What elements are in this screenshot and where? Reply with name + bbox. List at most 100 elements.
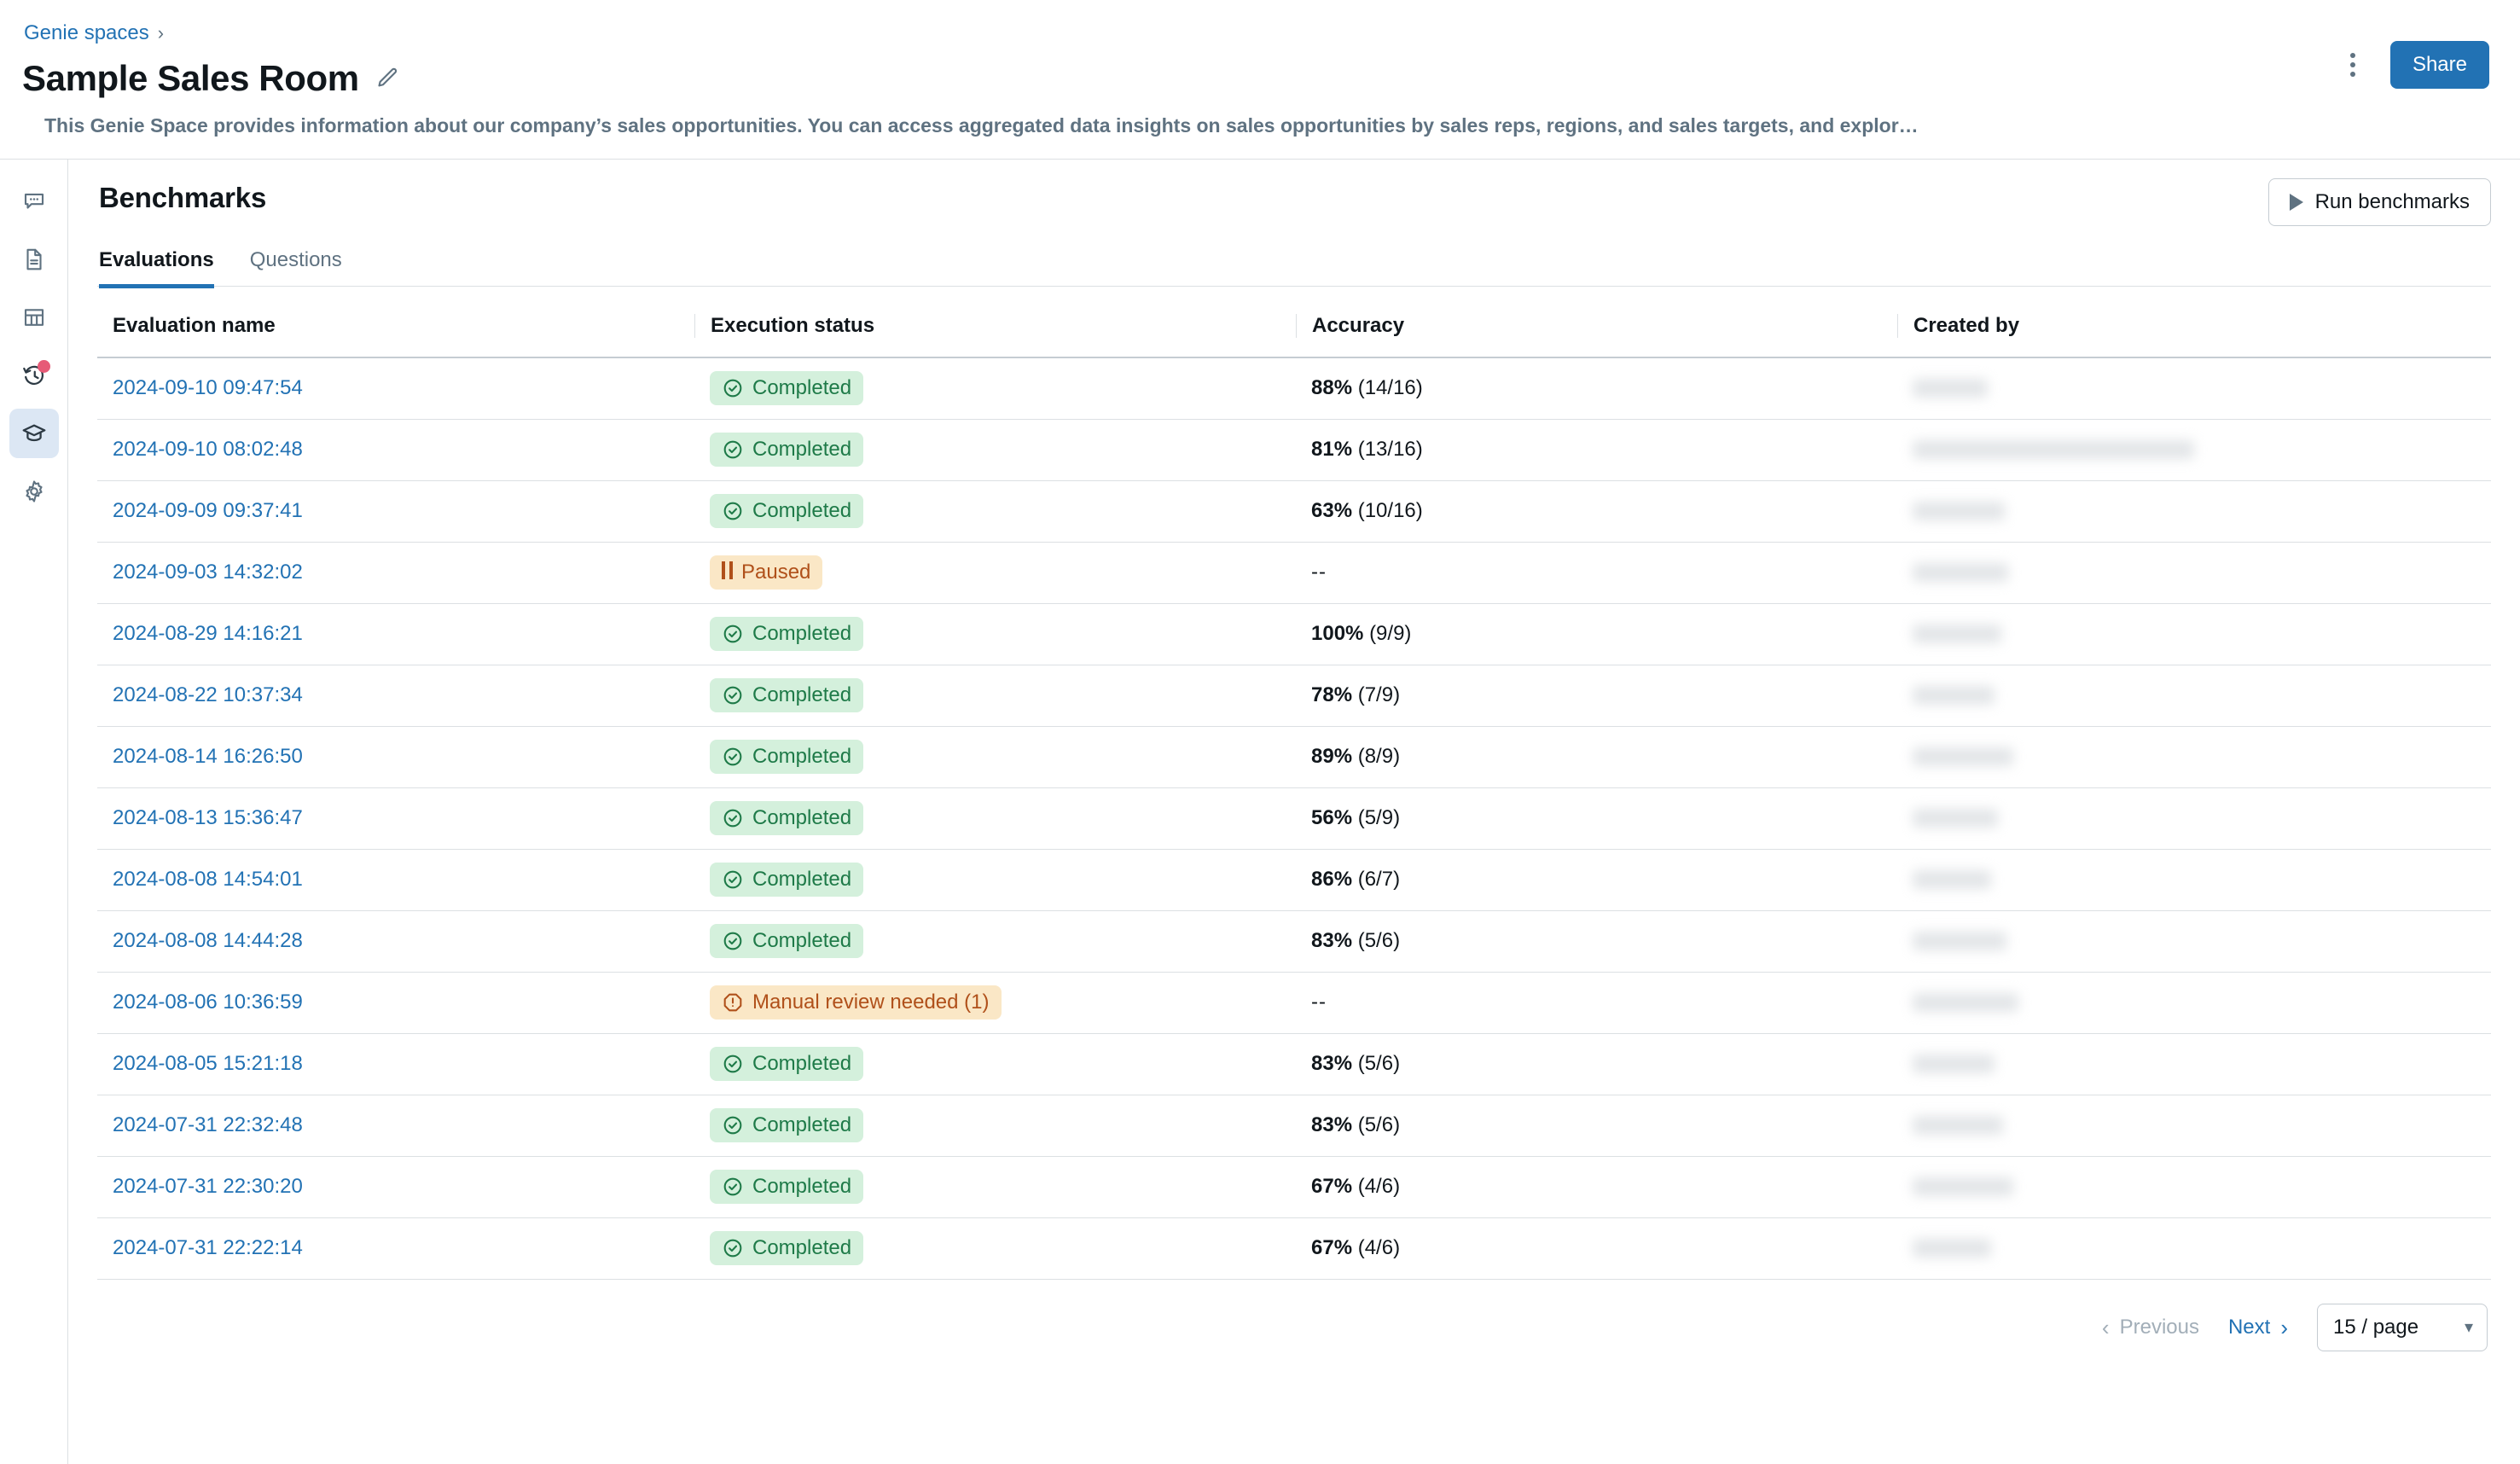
cell-execution-status: Completed <box>694 665 1296 727</box>
cell-created-by <box>1897 603 2491 665</box>
pagination: ‹ Previous Next › 15 / page ▾ <box>97 1280 2491 1351</box>
accuracy-fraction: (14/16) <box>1357 376 1423 400</box>
play-icon <box>2289 194 2303 211</box>
breadcrumb-link-genie-spaces[interactable]: Genie spaces <box>24 23 149 44</box>
column-header-created-by[interactable]: Created by <box>1897 305 2491 358</box>
created-by-value <box>1913 747 2013 766</box>
cell-evaluation-name: 2024-08-29 14:16:21 <box>97 603 694 665</box>
cell-accuracy: 88% (14/16) <box>1296 357 1897 420</box>
status-badge-label: Completed <box>752 622 852 645</box>
tab-questions[interactable]: Questions <box>250 248 342 288</box>
kebab-menu-icon[interactable] <box>2337 46 2368 84</box>
table-row: 2024-07-31 22:22:14 Completed 67% (4/6) <box>97 1217 2491 1280</box>
cell-accuracy: 78% (7/9) <box>1296 665 1897 727</box>
accuracy-value: 67% (4/6) <box>1311 1175 1400 1199</box>
accuracy-percent: 63% <box>1311 499 1353 522</box>
table-row: 2024-08-05 15:21:18 Completed 83% (5/6) <box>97 1033 2491 1095</box>
cell-evaluation-name: 2024-07-31 22:22:14 <box>97 1217 694 1280</box>
check-circle-icon <box>722 439 744 461</box>
evaluation-name-link[interactable]: 2024-08-08 14:54:01 <box>113 868 303 892</box>
status-badge: Completed <box>710 1170 864 1204</box>
accuracy-value: 81% (13/16) <box>1311 438 1423 462</box>
accuracy-fraction: (10/16) <box>1357 499 1423 522</box>
cell-created-by <box>1897 1217 2491 1280</box>
accuracy-percent: 56% <box>1311 806 1353 829</box>
sidebar-item-history[interactable] <box>9 351 59 400</box>
cell-created-by <box>1897 480 2491 543</box>
status-badge-label: Completed <box>752 499 852 522</box>
page-title: Sample Sales Room <box>22 57 359 98</box>
sidebar-item-benchmarks[interactable] <box>9 409 59 458</box>
status-badge: Completed <box>710 433 864 467</box>
pencil-icon[interactable] <box>375 66 400 91</box>
evaluation-name-link[interactable]: 2024-08-13 15:36:47 <box>113 806 303 830</box>
evaluation-name-link[interactable]: 2024-09-10 08:02:48 <box>113 438 303 462</box>
created-by-value <box>1913 625 2001 643</box>
column-header-accuracy[interactable]: Accuracy <box>1296 305 1897 358</box>
evaluation-name-link[interactable]: 2024-08-06 10:36:59 <box>113 991 303 1014</box>
accuracy-percent: 83% <box>1311 929 1353 952</box>
status-badge: Completed <box>710 740 864 774</box>
cell-evaluation-name: 2024-08-08 14:54:01 <box>97 849 694 911</box>
cell-accuracy: 81% (13/16) <box>1296 419 1897 481</box>
cell-created-by <box>1897 1156 2491 1218</box>
sidebar-item-data-tables[interactable] <box>9 293 59 342</box>
header-actions: Share <box>2337 41 2489 89</box>
accuracy-value: 67% (4/6) <box>1311 1236 1400 1260</box>
cell-execution-status: Completed <box>694 419 1296 481</box>
cell-accuracy: 89% (8/9) <box>1296 726 1897 788</box>
table-row: 2024-09-09 09:37:41 Completed 63% (10/16) <box>97 480 2491 543</box>
title-row: Sample Sales Room <box>0 56 2520 101</box>
status-badge: Completed <box>710 1108 864 1142</box>
table-row: 2024-08-29 14:16:21 Completed 100% (9/9) <box>97 603 2491 665</box>
accuracy-value: 88% (14/16) <box>1311 376 1423 400</box>
table-row: 2024-09-03 14:32:02 Paused -- <box>97 542 2491 604</box>
main-header: Benchmarks Run benchmarks <box>97 178 2491 226</box>
tab-evaluations[interactable]: Evaluations <box>99 248 214 288</box>
evaluation-name-link[interactable]: 2024-07-31 22:32:48 <box>113 1113 303 1137</box>
previous-page-label: Previous <box>2119 1315 2199 1339</box>
table-row: 2024-08-08 14:44:28 Completed 83% (5/6) <box>97 910 2491 973</box>
share-button[interactable]: Share <box>2389 41 2489 89</box>
cell-execution-status: Completed <box>694 787 1296 850</box>
cell-execution-status: Completed <box>694 357 1296 420</box>
cell-accuracy: 67% (4/6) <box>1296 1156 1897 1218</box>
sidebar-item-instructions[interactable] <box>9 235 59 284</box>
cell-evaluation-name: 2024-09-10 09:47:54 <box>97 357 694 420</box>
status-badge: Completed <box>710 1231 864 1265</box>
evaluation-name-link[interactable]: 2024-07-31 22:22:14 <box>113 1236 303 1260</box>
created-by-value <box>1913 1054 1995 1073</box>
cell-evaluation-name: 2024-08-14 16:26:50 <box>97 726 694 788</box>
cell-evaluation-name: 2024-08-08 14:44:28 <box>97 910 694 973</box>
check-circle-icon <box>722 930 744 952</box>
previous-page-button[interactable]: ‹ Previous <box>2102 1316 2199 1339</box>
evaluation-name-link[interactable]: 2024-07-31 22:30:20 <box>113 1175 303 1199</box>
page-size-label: 15 / page <box>2333 1315 2419 1339</box>
sidebar-item-settings[interactable] <box>9 467 59 516</box>
cell-accuracy: 83% (5/6) <box>1296 1033 1897 1095</box>
evaluation-name-link[interactable]: 2024-09-09 09:37:41 <box>113 499 303 523</box>
created-by-value <box>1913 809 1998 828</box>
evaluation-name-link[interactable]: 2024-08-22 10:37:34 <box>113 683 303 707</box>
created-by-value <box>1913 686 1995 705</box>
page-size-select[interactable]: 15 / page ▾ <box>2317 1303 2488 1351</box>
column-header-execution-status[interactable]: Execution status <box>694 305 1296 358</box>
cell-evaluation-name: 2024-08-22 10:37:34 <box>97 665 694 727</box>
cell-evaluation-name: 2024-08-13 15:36:47 <box>97 787 694 850</box>
status-badge: Completed <box>710 1047 864 1081</box>
evaluation-name-link[interactable]: 2024-08-08 14:44:28 <box>113 929 303 953</box>
sidebar-item-chat[interactable] <box>9 177 59 226</box>
evaluation-name-link[interactable]: 2024-08-05 15:21:18 <box>113 1052 303 1076</box>
accuracy-value: 63% (10/16) <box>1311 499 1423 523</box>
evaluation-name-link[interactable]: 2024-09-03 14:32:02 <box>113 561 303 584</box>
evaluation-name-link[interactable]: 2024-08-29 14:16:21 <box>113 622 303 646</box>
evaluation-name-link[interactable]: 2024-08-14 16:26:50 <box>113 745 303 769</box>
evaluation-name-link[interactable]: 2024-09-10 09:47:54 <box>113 376 303 400</box>
next-page-button[interactable]: Next › <box>2228 1316 2288 1339</box>
cell-created-by <box>1897 419 2491 481</box>
accuracy-value: -- <box>1311 991 1327 1014</box>
table-head: Evaluation name Execution status Accurac… <box>97 305 2491 358</box>
column-header-evaluation-name[interactable]: Evaluation name <box>97 305 694 358</box>
run-benchmarks-button[interactable]: Run benchmarks <box>2267 178 2491 226</box>
accuracy-value: -- <box>1311 561 1327 584</box>
